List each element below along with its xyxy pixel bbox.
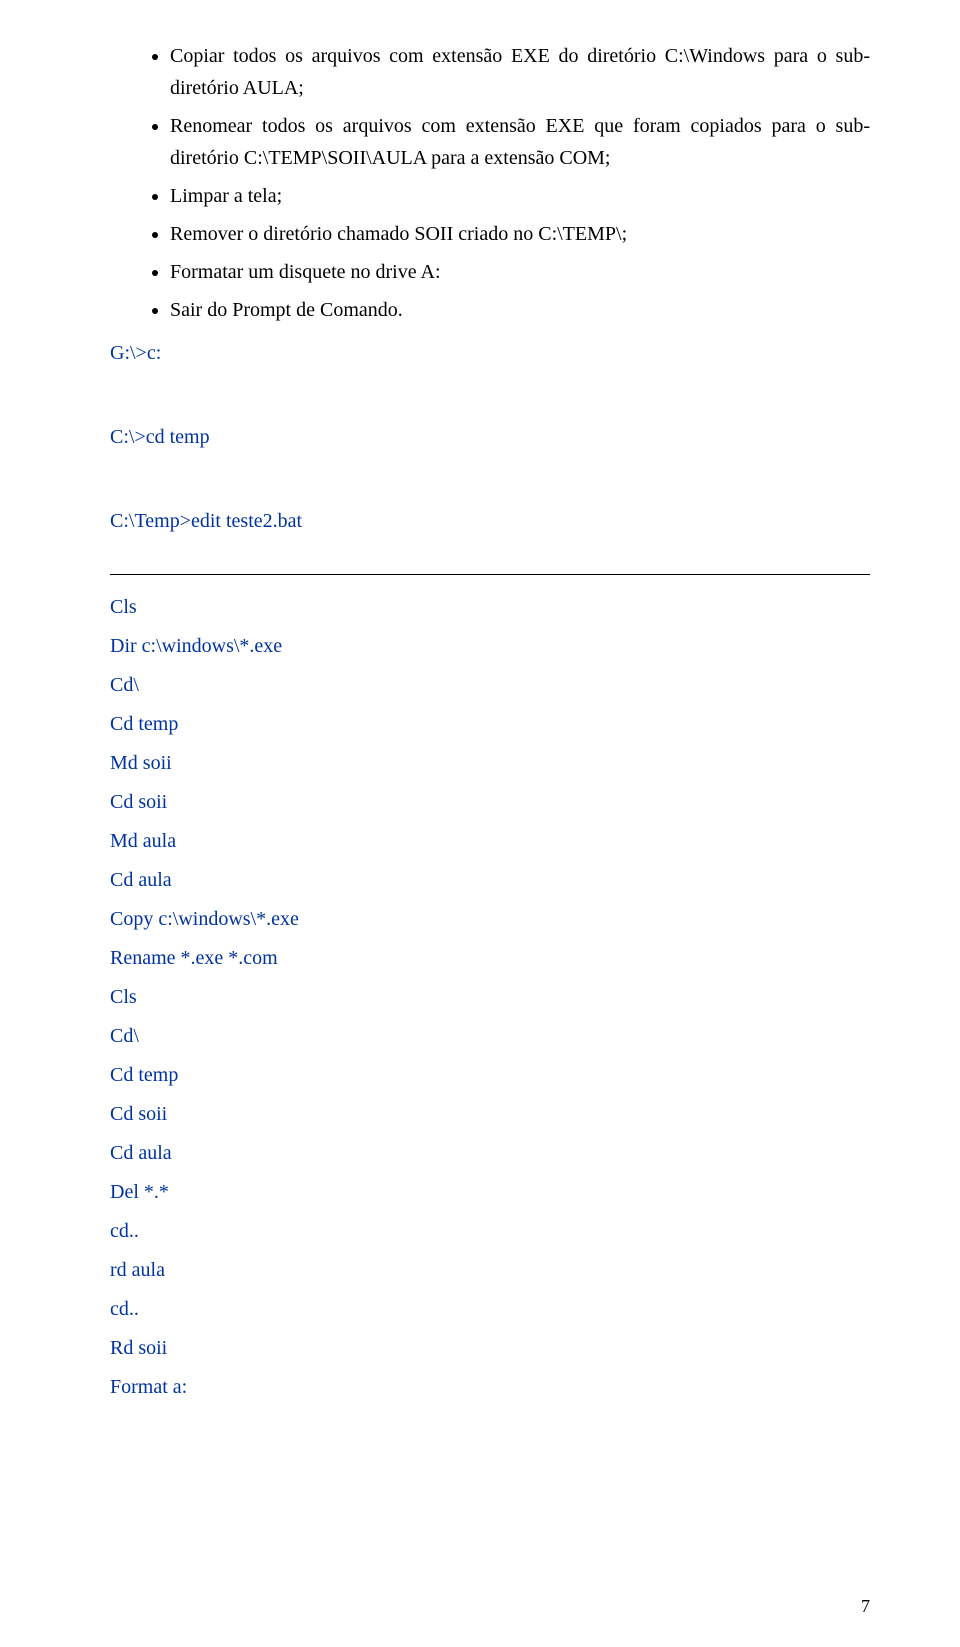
prompt-line: C:\>cd temp: [110, 418, 870, 456]
command-line: Cd\: [110, 1018, 870, 1055]
document-page: Copiar todos os arquivos com extensão EX…: [0, 0, 960, 1647]
bullet-item: Copiar todos os arquivos com extensão EX…: [170, 40, 870, 104]
command-line: Md aula: [110, 823, 870, 860]
command-line: Cd soii: [110, 784, 870, 821]
command-line: Rd soii: [110, 1330, 870, 1367]
prompt-line: C:\Temp>edit teste2.bat: [110, 502, 870, 540]
command-line: Dir c:\windows\*.exe: [110, 628, 870, 665]
command-line: cd..: [110, 1291, 870, 1328]
page-number: 7: [861, 1596, 870, 1617]
command-line: Cd\: [110, 667, 870, 704]
bullet-item: Limpar a tela;: [170, 180, 870, 212]
bullet-list: Copiar todos os arquivos com extensão EX…: [110, 40, 870, 326]
prompt-line: G:\>c:: [110, 334, 870, 372]
command-line: Copy c:\windows\*.exe: [110, 901, 870, 938]
command-line: Md soii: [110, 745, 870, 782]
command-line: Del *.*: [110, 1174, 870, 1211]
command-line: Cd aula: [110, 862, 870, 899]
command-line: Format a:: [110, 1369, 870, 1406]
command-line: Cd soii: [110, 1096, 870, 1133]
command-line: Cd temp: [110, 1057, 870, 1094]
bullet-item: Remover o diretório chamado SOII criado …: [170, 218, 870, 250]
bullet-item: Formatar um disquete no drive A:: [170, 256, 870, 288]
command-line: Cd aula: [110, 1135, 870, 1172]
command-line: rd aula: [110, 1252, 870, 1289]
bullet-item: Renomear todos os arquivos com extensão …: [170, 110, 870, 174]
command-line: Rename *.exe *.com: [110, 940, 870, 977]
divider: [110, 574, 870, 575]
bullet-item: Sair do Prompt de Comando.: [170, 294, 870, 326]
command-line: Cls: [110, 979, 870, 1016]
prompt-block: C:\Temp>edit teste2.bat: [110, 502, 870, 540]
prompt-block: C:\>cd temp: [110, 418, 870, 456]
command-line: cd..: [110, 1213, 870, 1250]
command-block: Cls Dir c:\windows\*.exe Cd\ Cd temp Md …: [110, 589, 870, 1406]
command-line: Cls: [110, 589, 870, 626]
prompt-block: G:\>c:: [110, 334, 870, 372]
command-line: Cd temp: [110, 706, 870, 743]
